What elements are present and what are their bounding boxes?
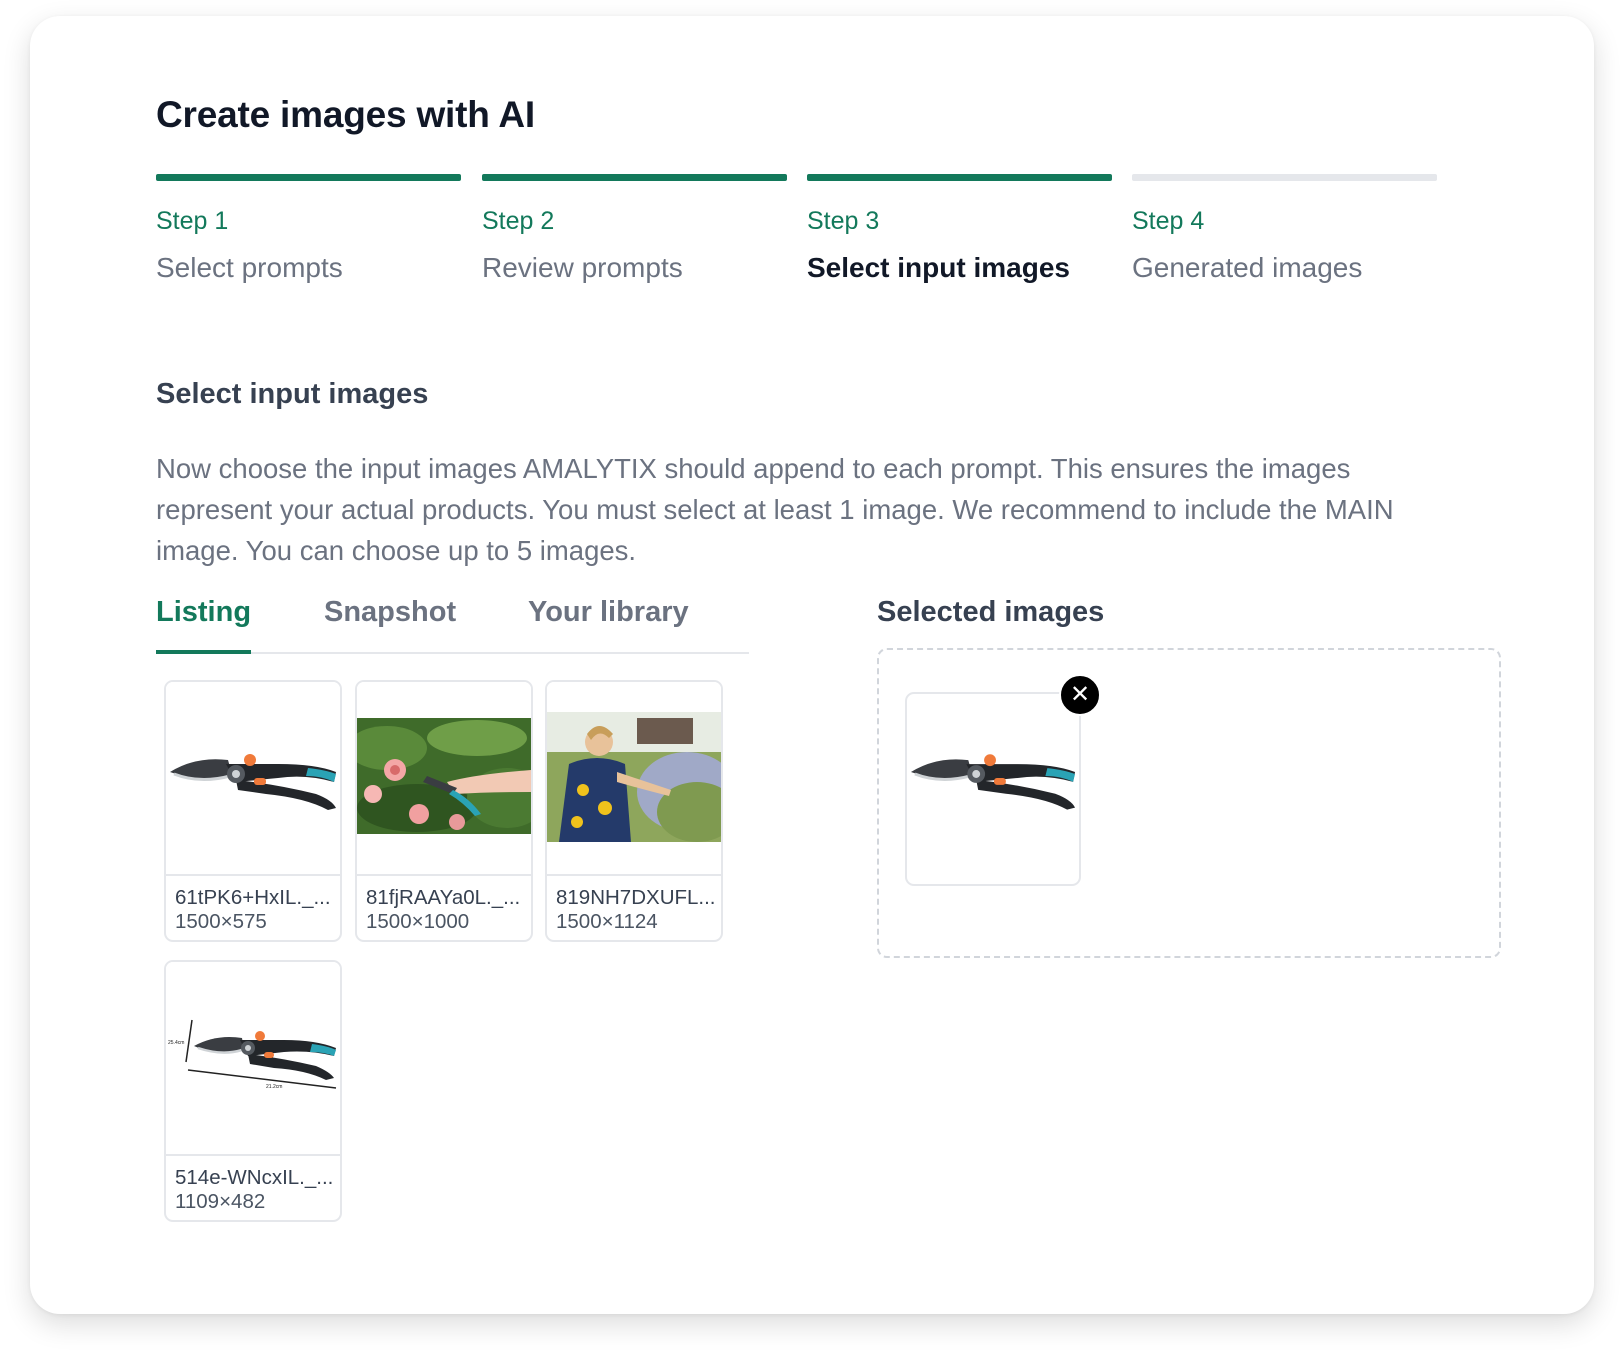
image-filename: 514e-WNcxIL._... [175,1166,334,1189]
image-dimensions: 1500×1124 [556,910,658,933]
image-filename: 61tPK6+HxIL._... [175,886,331,909]
remove-selected-image-button[interactable]: ✕ [1059,674,1101,716]
garden-flowers-photo [357,718,531,834]
step-2-label: Review prompts [482,252,683,283]
step-1[interactable]: Step 1 Select prompts [156,174,461,284]
step-2-progress-bar [482,174,787,181]
step-4: Step 4 Generated images [1132,174,1437,284]
image-dimensions: 1500×1000 [366,910,470,933]
image-preview [357,682,531,876]
image-filename: 81fjRAAYa0L._... [366,886,521,909]
image-dimensions: 1109×482 [175,1190,266,1213]
selected-image[interactable] [905,692,1081,886]
step-2[interactable]: Step 2 Review prompts [482,174,787,284]
svg-text:21.2cm: 21.2cm [266,1084,282,1090]
step-3-label: Select input images [807,252,1070,283]
selected-images-dropzone[interactable]: ✕ [877,648,1501,958]
section-description: Now choose the input images AMALYTIX sho… [156,453,1394,566]
step-4-label: Generated images [1132,252,1363,283]
image-card[interactable]: 25.4cm 21.2cm 514e-WNcxIL._... 1109×482 [164,960,342,1222]
image-source-tabs: Listing Snapshot Your library [156,596,749,654]
tab-your-library[interactable]: Your library [528,596,689,650]
image-card[interactable]: 61tPK6+HxIL._... 1500×575 [164,680,342,942]
image-filename: 819NH7DXUFL... [556,886,716,909]
dialog-card: Create images with AI Step 1 Select prom… [30,16,1594,1314]
step-1-number: Step 1 [156,207,229,235]
selected-images-title: Selected images [877,596,1105,628]
step-1-progress-bar [156,174,461,181]
image-preview [547,682,721,876]
image-preview: 25.4cm 21.2cm [166,962,340,1156]
svg-text:25.4cm: 25.4cm [168,1040,184,1046]
woman-gardening-photo [547,712,721,842]
pruning-shears-image [170,754,336,810]
pruning-shears-image [910,754,1076,810]
close-icon: ✕ [1069,680,1091,708]
image-card[interactable]: 81fjRAAYa0L._... 1500×1000 [355,680,533,942]
section-title: Select input images [156,378,429,410]
stepper: Step 1 Select prompts Step 2 Review prom… [156,174,1472,314]
image-dimensions: 1500×575 [175,910,267,933]
page-title: Create images with AI [156,94,535,135]
tab-snapshot[interactable]: Snapshot [324,596,456,650]
tab-listing[interactable]: Listing [156,596,252,654]
image-preview [166,682,340,876]
step-1-label: Select prompts [156,252,343,283]
step-3[interactable]: Step 3 Select input images [807,174,1112,284]
step-3-progress-bar [807,174,1112,181]
step-4-number: Step 4 [1132,207,1205,235]
step-2-number: Step 2 [482,207,555,235]
pruning-shears-dimensions-image: 25.4cm 21.2cm [168,1019,337,1090]
step-4-progress-bar [1132,174,1437,181]
image-card[interactable]: 819NH7DXUFL... 1500×1124 [545,680,723,942]
step-3-number: Step 3 [807,207,880,235]
